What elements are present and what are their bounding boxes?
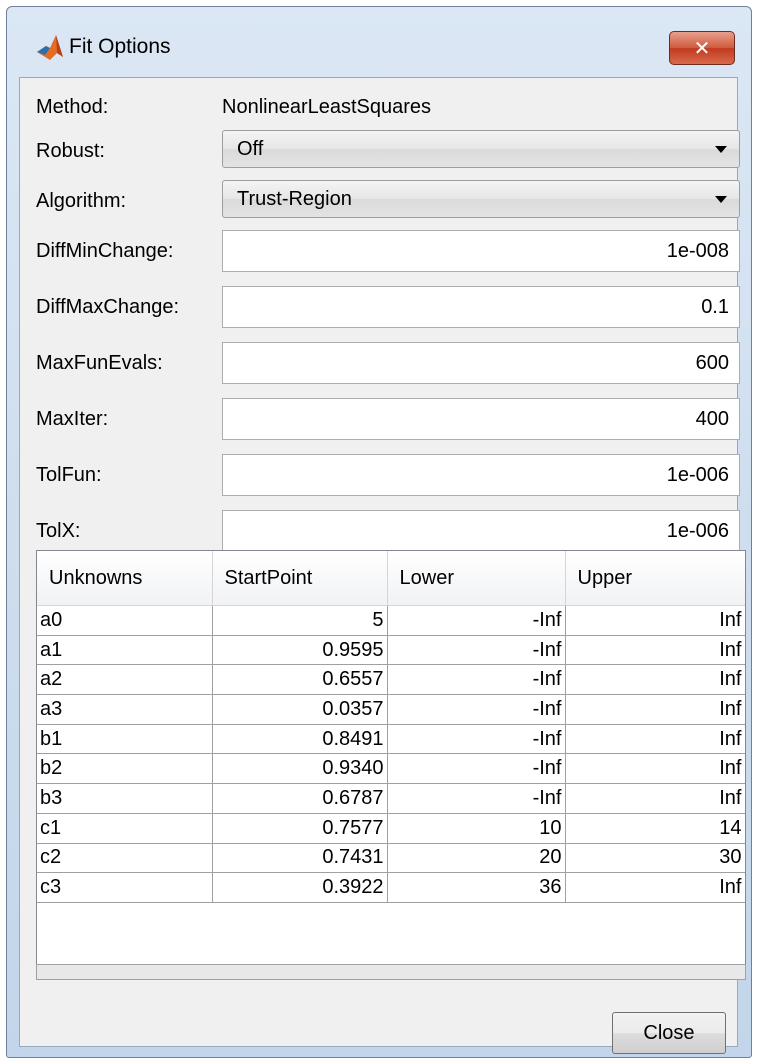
window-title: Fit Options (69, 35, 171, 58)
upper-cell[interactable]: Inf (565, 635, 745, 666)
upper-cell[interactable]: 30 (565, 843, 745, 874)
window-close-button[interactable]: ✕ (669, 31, 735, 65)
column-header-lower[interactable]: Lower (387, 551, 566, 606)
lower-cell[interactable]: -Inf (387, 635, 566, 666)
lower-cell[interactable]: 10 (387, 813, 566, 844)
startpoint-cell[interactable]: 0.3922 (212, 872, 388, 903)
table-row: a3 0.0357 -Inf Inf (37, 694, 745, 725)
max-fun-evals-label: MaxFunEvals: (36, 352, 163, 374)
unknown-name-cell: a0 (37, 605, 213, 636)
close-button[interactable]: Close (612, 1012, 726, 1054)
startpoint-cell[interactable]: 0.7577 (212, 813, 388, 844)
table-row: c3 0.3922 36 Inf (37, 872, 745, 903)
upper-cell[interactable]: Inf (565, 694, 745, 725)
table-row: a2 0.6557 -Inf Inf (37, 664, 745, 696)
unknown-name-cell: a2 (37, 664, 213, 696)
startpoint-cell[interactable]: 0.9595 (212, 635, 388, 666)
tol-fun-field[interactable]: 1e-006 (222, 454, 740, 496)
upper-cell[interactable]: Inf (565, 783, 745, 814)
upper-cell[interactable]: Inf (565, 724, 745, 755)
algorithm-label: Algorithm: (36, 190, 127, 212)
upper-cell[interactable]: 14 (565, 813, 745, 844)
unknown-name-cell: a3 (37, 694, 213, 725)
diff-max-change-label: DiffMaxChange: (36, 296, 180, 318)
table-row: a0 5 -Inf Inf (37, 605, 745, 636)
robust-dropdown[interactable]: Off (222, 130, 740, 168)
startpoint-cell[interactable]: 0.9340 (212, 753, 388, 785)
table-header-row: Unknowns StartPoint Lower Upper (37, 551, 745, 606)
table-row: c1 0.7577 10 14 (37, 813, 745, 844)
startpoint-cell[interactable]: 0.8491 (212, 724, 388, 755)
unknown-name-cell: a1 (37, 635, 213, 666)
robust-selected-value: Off (237, 138, 264, 160)
unknowns-table: Unknowns StartPoint Lower Upper a0 5 -In… (36, 550, 746, 980)
column-header-upper[interactable]: Upper (565, 551, 745, 606)
upper-cell[interactable]: Inf (565, 872, 745, 903)
max-iter-field[interactable]: 400 (222, 398, 740, 440)
table-row: b1 0.8491 -Inf Inf (37, 724, 745, 755)
fit-options-window: Fit Options ✕ Method: NonlinearLeastSqua… (6, 6, 752, 1058)
lower-cell[interactable]: -Inf (387, 724, 566, 755)
upper-cell[interactable]: Inf (565, 605, 745, 636)
dialog-body: Method: NonlinearLeastSquares Robust: Of… (19, 77, 746, 1054)
max-fun-evals-field[interactable]: 600 (222, 342, 740, 384)
startpoint-cell[interactable]: 5 (212, 605, 388, 636)
unknown-name-cell: b2 (37, 753, 213, 785)
startpoint-cell[interactable]: 0.0357 (212, 694, 388, 725)
column-header-unknowns[interactable]: Unknowns (37, 551, 213, 606)
diff-max-change-field[interactable]: 0.1 (222, 286, 740, 328)
close-icon: ✕ (693, 36, 711, 60)
table-row: b3 0.6787 -Inf Inf (37, 783, 745, 814)
lower-cell[interactable]: -Inf (387, 694, 566, 725)
table-row: b2 0.9340 -Inf Inf (37, 753, 745, 785)
unknown-name-cell: c1 (37, 813, 213, 844)
startpoint-cell[interactable]: 0.6787 (212, 783, 388, 814)
max-iter-label: MaxIter: (36, 408, 109, 430)
table-horizontal-scrollbar[interactable] (36, 964, 746, 980)
lower-cell[interactable]: 36 (387, 872, 566, 903)
chevron-down-icon (715, 146, 727, 153)
tol-x-field[interactable]: 1e-006 (222, 510, 740, 552)
unknown-name-cell: c2 (37, 843, 213, 874)
table-row: c2 0.7431 20 30 (37, 843, 745, 874)
lower-cell[interactable]: -Inf (387, 753, 566, 785)
matlab-logo-icon (37, 35, 63, 60)
startpoint-cell[interactable]: 0.7431 (212, 843, 388, 874)
algorithm-dropdown[interactable]: Trust-Region (222, 180, 740, 218)
chevron-down-icon (715, 196, 727, 203)
column-header-startpoint[interactable]: StartPoint (212, 551, 388, 606)
unknown-name-cell: b3 (37, 783, 213, 814)
algorithm-selected-value: Trust-Region (237, 188, 352, 210)
upper-cell[interactable]: Inf (565, 753, 745, 785)
upper-cell[interactable]: Inf (565, 664, 745, 696)
lower-cell[interactable]: 20 (387, 843, 566, 874)
unknown-name-cell: c3 (37, 872, 213, 903)
lower-cell[interactable]: -Inf (387, 783, 566, 814)
diff-min-change-label: DiffMinChange: (36, 240, 174, 262)
tol-x-label: TolX: (36, 520, 81, 542)
unknown-name-cell: b1 (37, 724, 213, 755)
table-row: a1 0.9595 -Inf Inf (37, 635, 745, 666)
lower-cell[interactable]: -Inf (387, 664, 566, 696)
lower-cell[interactable]: -Inf (387, 605, 566, 636)
tol-fun-label: TolFun: (36, 464, 102, 486)
robust-label: Robust: (36, 140, 105, 162)
method-value: NonlinearLeastSquares (222, 96, 432, 118)
method-label: Method: (36, 96, 109, 118)
startpoint-cell[interactable]: 0.6557 (212, 664, 388, 696)
diff-min-change-field[interactable]: 1e-008 (222, 230, 740, 272)
title-bar[interactable]: Fit Options ✕ (7, 7, 751, 83)
